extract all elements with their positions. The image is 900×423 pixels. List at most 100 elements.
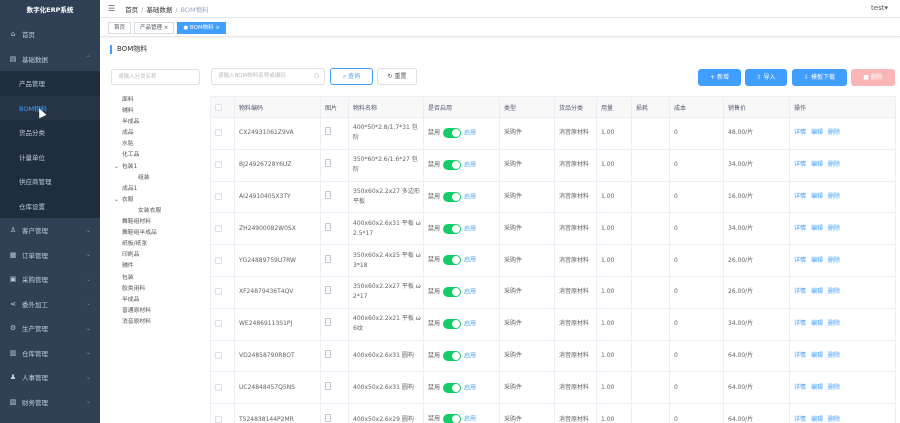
edit-link[interactable]: 编辑 bbox=[811, 257, 823, 264]
row-checkbox[interactable] bbox=[215, 415, 222, 423]
add-button[interactable]: + 新增 bbox=[698, 69, 741, 86]
tab-item[interactable]: 产品管理 × bbox=[134, 21, 175, 34]
sidebar-item[interactable]: ⚙ 生产管理 ⌄ bbox=[0, 316, 100, 341]
detail-link[interactable]: 详情 bbox=[794, 352, 806, 359]
edit-link[interactable]: 编辑 bbox=[811, 384, 823, 391]
tree-node[interactable]: 胶类用料 bbox=[113, 284, 203, 295]
user-menu[interactable]: test▾ bbox=[871, 4, 888, 12]
tree-node[interactable]: ⌄ 包装1 bbox=[113, 162, 203, 173]
sidebar-subitem[interactable]: BOM物料 bbox=[0, 95, 100, 120]
tree-node[interactable]: 纸板/纸张 bbox=[113, 239, 203, 250]
enable-switch[interactable] bbox=[443, 128, 462, 139]
enable-switch[interactable] bbox=[443, 350, 462, 361]
edit-link[interactable]: 编辑 bbox=[811, 225, 823, 232]
tree-node[interactable]: 辅料 bbox=[113, 106, 203, 117]
row-checkbox[interactable] bbox=[215, 383, 222, 391]
detail-link[interactable]: 详情 bbox=[794, 288, 806, 295]
edit-link[interactable]: 编辑 bbox=[811, 320, 823, 327]
delete-link[interactable]: 删除 bbox=[828, 384, 840, 391]
sidebar-item[interactable]: ▧ 财务管理 ⌄ bbox=[0, 390, 100, 415]
template-download-button[interactable]: ⇩ 模板下载 bbox=[792, 69, 847, 86]
breadcrumb-item[interactable]: 基础数据 bbox=[146, 6, 172, 14]
enable-switch[interactable] bbox=[443, 414, 462, 423]
sidebar-item[interactable]: ♙ 客户管理 ⌄ bbox=[0, 218, 100, 243]
tree-node[interactable]: 半成品 bbox=[113, 295, 203, 306]
caret-down-icon[interactable]: ⌄ bbox=[114, 197, 119, 203]
tree-node[interactable]: 面料 bbox=[113, 95, 203, 106]
delete-link[interactable]: 删除 bbox=[828, 193, 840, 200]
enable-switch[interactable] bbox=[443, 318, 462, 329]
row-checkbox[interactable] bbox=[215, 129, 222, 137]
detail-link[interactable]: 详情 bbox=[794, 416, 806, 423]
category-search-input[interactable]: 请输入分类名称 bbox=[111, 69, 200, 85]
sidebar-subitem[interactable]: 产品管理 bbox=[0, 71, 100, 96]
edit-link[interactable]: 编辑 bbox=[811, 352, 823, 359]
delete-link[interactable]: 删除 bbox=[828, 257, 840, 264]
breadcrumb-item[interactable]: 首页 bbox=[125, 6, 138, 14]
row-checkbox[interactable] bbox=[215, 320, 222, 328]
edit-link[interactable]: 编辑 bbox=[811, 193, 823, 200]
tree-node[interactable]: 女装衣服 bbox=[113, 206, 203, 217]
sidebar-item[interactable]: ▣ 采购管理 ⌄ bbox=[0, 267, 100, 292]
enable-switch[interactable] bbox=[443, 223, 462, 234]
material-search-input[interactable]: 请输入BOM物料名称或编码 ○ bbox=[211, 68, 325, 85]
tab-item[interactable]: ● BOM物料 × bbox=[177, 21, 227, 34]
tree-node[interactable]: 消音原材料 bbox=[113, 317, 203, 328]
delete-link[interactable]: 删除 bbox=[828, 416, 840, 423]
row-checkbox[interactable] bbox=[215, 256, 222, 264]
delete-link[interactable]: 删除 bbox=[828, 288, 840, 295]
row-checkbox[interactable] bbox=[215, 224, 222, 232]
enable-switch[interactable] bbox=[443, 191, 462, 202]
enable-switch[interactable] bbox=[443, 382, 462, 393]
row-checkbox[interactable] bbox=[215, 161, 222, 169]
sidebar-item[interactable]: ♟ 人事管理 ⌄ bbox=[0, 365, 100, 390]
detail-link[interactable]: 详情 bbox=[794, 161, 806, 168]
tree-node[interactable]: ⌄ 衣服 bbox=[113, 195, 203, 206]
detail-link[interactable]: 详情 bbox=[794, 320, 806, 327]
edit-link[interactable]: 编辑 bbox=[811, 161, 823, 168]
select-all-checkbox[interactable] bbox=[215, 103, 222, 111]
caret-down-icon[interactable]: ⌄ bbox=[114, 164, 119, 170]
edit-link[interactable]: 编辑 bbox=[811, 129, 823, 136]
sidebar-subitem[interactable]: 计量单位 bbox=[0, 144, 100, 169]
reset-button[interactable]: ↻ 重置 bbox=[377, 68, 417, 85]
delete-link[interactable]: 删除 bbox=[828, 352, 840, 359]
tree-node[interactable]: 舞鞋组半成品 bbox=[113, 228, 203, 239]
sidebar-subitem[interactable]: 供应商管理 bbox=[0, 169, 100, 194]
row-checkbox[interactable] bbox=[215, 192, 222, 200]
tree-node[interactable]: 成品1 bbox=[113, 184, 203, 195]
detail-link[interactable]: 详情 bbox=[794, 257, 806, 264]
tree-node[interactable]: 普通原材料 bbox=[113, 306, 203, 317]
tree-node[interactable]: 半成品 bbox=[113, 117, 203, 128]
delete-link[interactable]: 删除 bbox=[828, 129, 840, 136]
row-checkbox[interactable] bbox=[215, 351, 222, 359]
enable-switch[interactable] bbox=[443, 287, 462, 298]
sidebar-item[interactable]: ▤ 基础数据 ⌃ bbox=[0, 47, 100, 72]
tree-node[interactable]: 成品 bbox=[113, 128, 203, 139]
tree-node[interactable]: 印刷品 bbox=[113, 250, 203, 261]
sidebar-subitem[interactable]: 仓库设置 bbox=[0, 193, 100, 218]
delete-link[interactable]: 删除 bbox=[828, 225, 840, 232]
tree-node[interactable]: 辅件 bbox=[113, 261, 203, 272]
tree-node[interactable]: 包装 bbox=[113, 273, 203, 284]
detail-link[interactable]: 详情 bbox=[794, 225, 806, 232]
detail-link[interactable]: 详情 bbox=[794, 193, 806, 200]
detail-link[interactable]: 详情 bbox=[794, 129, 806, 136]
query-button[interactable]: ⌕ 查询 bbox=[330, 68, 373, 85]
edit-link[interactable]: 编辑 bbox=[811, 288, 823, 295]
delete-link[interactable]: 删除 bbox=[828, 161, 840, 168]
edit-link[interactable]: 编辑 bbox=[811, 416, 823, 423]
sidebar-item[interactable]: ▦ 订单管理 ⌄ bbox=[0, 243, 100, 268]
row-checkbox[interactable] bbox=[215, 288, 222, 296]
enable-switch[interactable] bbox=[443, 255, 462, 266]
delete-button[interactable]: ■ 删除 bbox=[851, 69, 895, 86]
sidebar-item[interactable]: ⌂ 首页 bbox=[0, 22, 100, 47]
detail-link[interactable]: 详情 bbox=[794, 384, 806, 391]
sidebar-item[interactable]: ⋖ 委外加工 ⌄ bbox=[0, 292, 100, 317]
sidebar-item[interactable]: ▥ 仓库管理 ⌄ bbox=[0, 341, 100, 366]
tree-node[interactable]: 组装 bbox=[113, 173, 203, 184]
delete-link[interactable]: 删除 bbox=[828, 320, 840, 327]
menu-toggle-icon[interactable]: ☰ bbox=[108, 4, 115, 13]
enable-switch[interactable] bbox=[443, 159, 462, 170]
tree-node[interactable]: 舞鞋组材料 bbox=[113, 217, 203, 228]
